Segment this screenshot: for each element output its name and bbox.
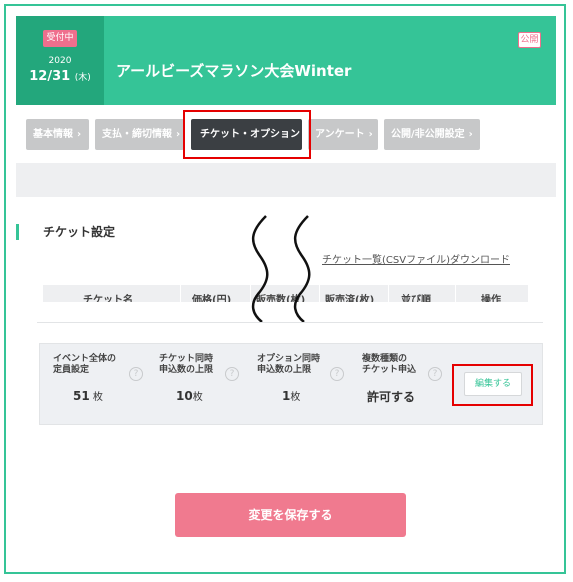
setting-label-line: 複数種類の (362, 354, 408, 364)
event-date-text: 12/31 (29, 69, 71, 84)
column-header: 価格(円) (192, 295, 232, 302)
event-title: アールビーズマラソン大会Winter (116, 62, 352, 80)
setting-label-line: 申込数の上限 (257, 365, 312, 375)
tab-survey-label: アンケート (315, 129, 365, 140)
omission-squiggle-icon (251, 215, 311, 323)
event-year: 2020 (48, 56, 72, 66)
tab-survey[interactable]: アンケート › (308, 119, 378, 150)
setting-label-multi-ticket: 複数種類の チケット申込 (362, 354, 416, 376)
setting-value-multi-ticket: 許可する (367, 388, 415, 405)
chevron-right-icon: › (176, 129, 181, 140)
setting-label-ticket-limit: チケット同時 申込数の上限 (159, 354, 213, 376)
setting-value-unit: 枚 (89, 392, 103, 403)
setting-value-number: 10 (176, 389, 193, 403)
highlight-frame-edit (452, 364, 533, 406)
tab-public-private-label: 公開/非公開設定 (391, 129, 465, 140)
event-header: 受付中 2020 12/31 (木) アールビーズマラソン大会Winter 公開 (16, 16, 556, 105)
setting-value-capacity: 51 枚 (73, 388, 103, 403)
help-icon[interactable]: ? (129, 367, 143, 381)
setting-label-line: オプション同時 (257, 354, 321, 364)
visibility-badge: 公開 (518, 32, 541, 48)
status-badge: 受付中 (43, 30, 77, 47)
tab-basic-info-label: 基本情報 (33, 129, 73, 140)
event-date-box: 受付中 2020 12/31 (木) (16, 16, 104, 105)
event-date: 12/31 (木) (16, 69, 104, 84)
column-divider (455, 285, 456, 302)
tab-public-private[interactable]: 公開/非公開設定 › (384, 119, 480, 150)
column-header: 操作 (481, 295, 501, 302)
highlight-frame-tab (183, 110, 311, 159)
tab-payment-deadline-label: 支払・締切情報 (102, 129, 172, 140)
tab-basic-info[interactable]: 基本情報 › (26, 119, 89, 150)
column-divider (319, 285, 320, 302)
setting-label-line: チケット申込 (362, 365, 417, 375)
setting-value-number: 許可する (367, 390, 416, 404)
ticket-section-title: チケット設定 (43, 225, 116, 239)
setting-value-ticket-limit: 10枚 (176, 388, 203, 403)
setting-value-option-limit: 1枚 (282, 388, 300, 403)
setting-value-number: 51 (73, 389, 90, 403)
column-header: チケット名 (83, 295, 133, 302)
tab-payment-deadline[interactable]: 支払・締切情報 › (95, 119, 184, 150)
save-changes-button[interactable]: 変更を保存する (175, 493, 406, 537)
column-header: 販売済(枚) (325, 295, 375, 302)
column-divider (388, 285, 389, 302)
section-separator (37, 322, 543, 323)
setting-label-line: チケット同時 (159, 354, 214, 364)
section-accent-bar (16, 224, 19, 240)
chevron-right-icon: › (368, 129, 373, 140)
help-icon[interactable]: ? (428, 367, 442, 381)
section-divider-band (16, 163, 556, 197)
help-icon[interactable]: ? (330, 367, 344, 381)
setting-value-unit: 枚 (192, 392, 203, 403)
setting-label-line: 定員設定 (53, 365, 90, 375)
setting-label-line: イベント全体の (53, 354, 117, 364)
setting-label-option-limit: オプション同時 申込数の上限 (257, 354, 320, 376)
csv-download-link[interactable]: チケット一覧(CSVファイル)ダウンロード (322, 251, 510, 266)
chevron-right-icon: › (468, 129, 473, 140)
chevron-right-icon: › (77, 129, 82, 140)
help-icon[interactable]: ? (225, 367, 239, 381)
setting-label-line: 申込数の上限 (159, 365, 214, 375)
column-header: 並び順 (401, 295, 431, 302)
column-divider (180, 285, 181, 302)
setting-value-unit: 枚 (290, 392, 301, 403)
setting-label-capacity: イベント全体の 定員設定 (53, 354, 116, 376)
event-weekday: (木) (74, 73, 91, 83)
